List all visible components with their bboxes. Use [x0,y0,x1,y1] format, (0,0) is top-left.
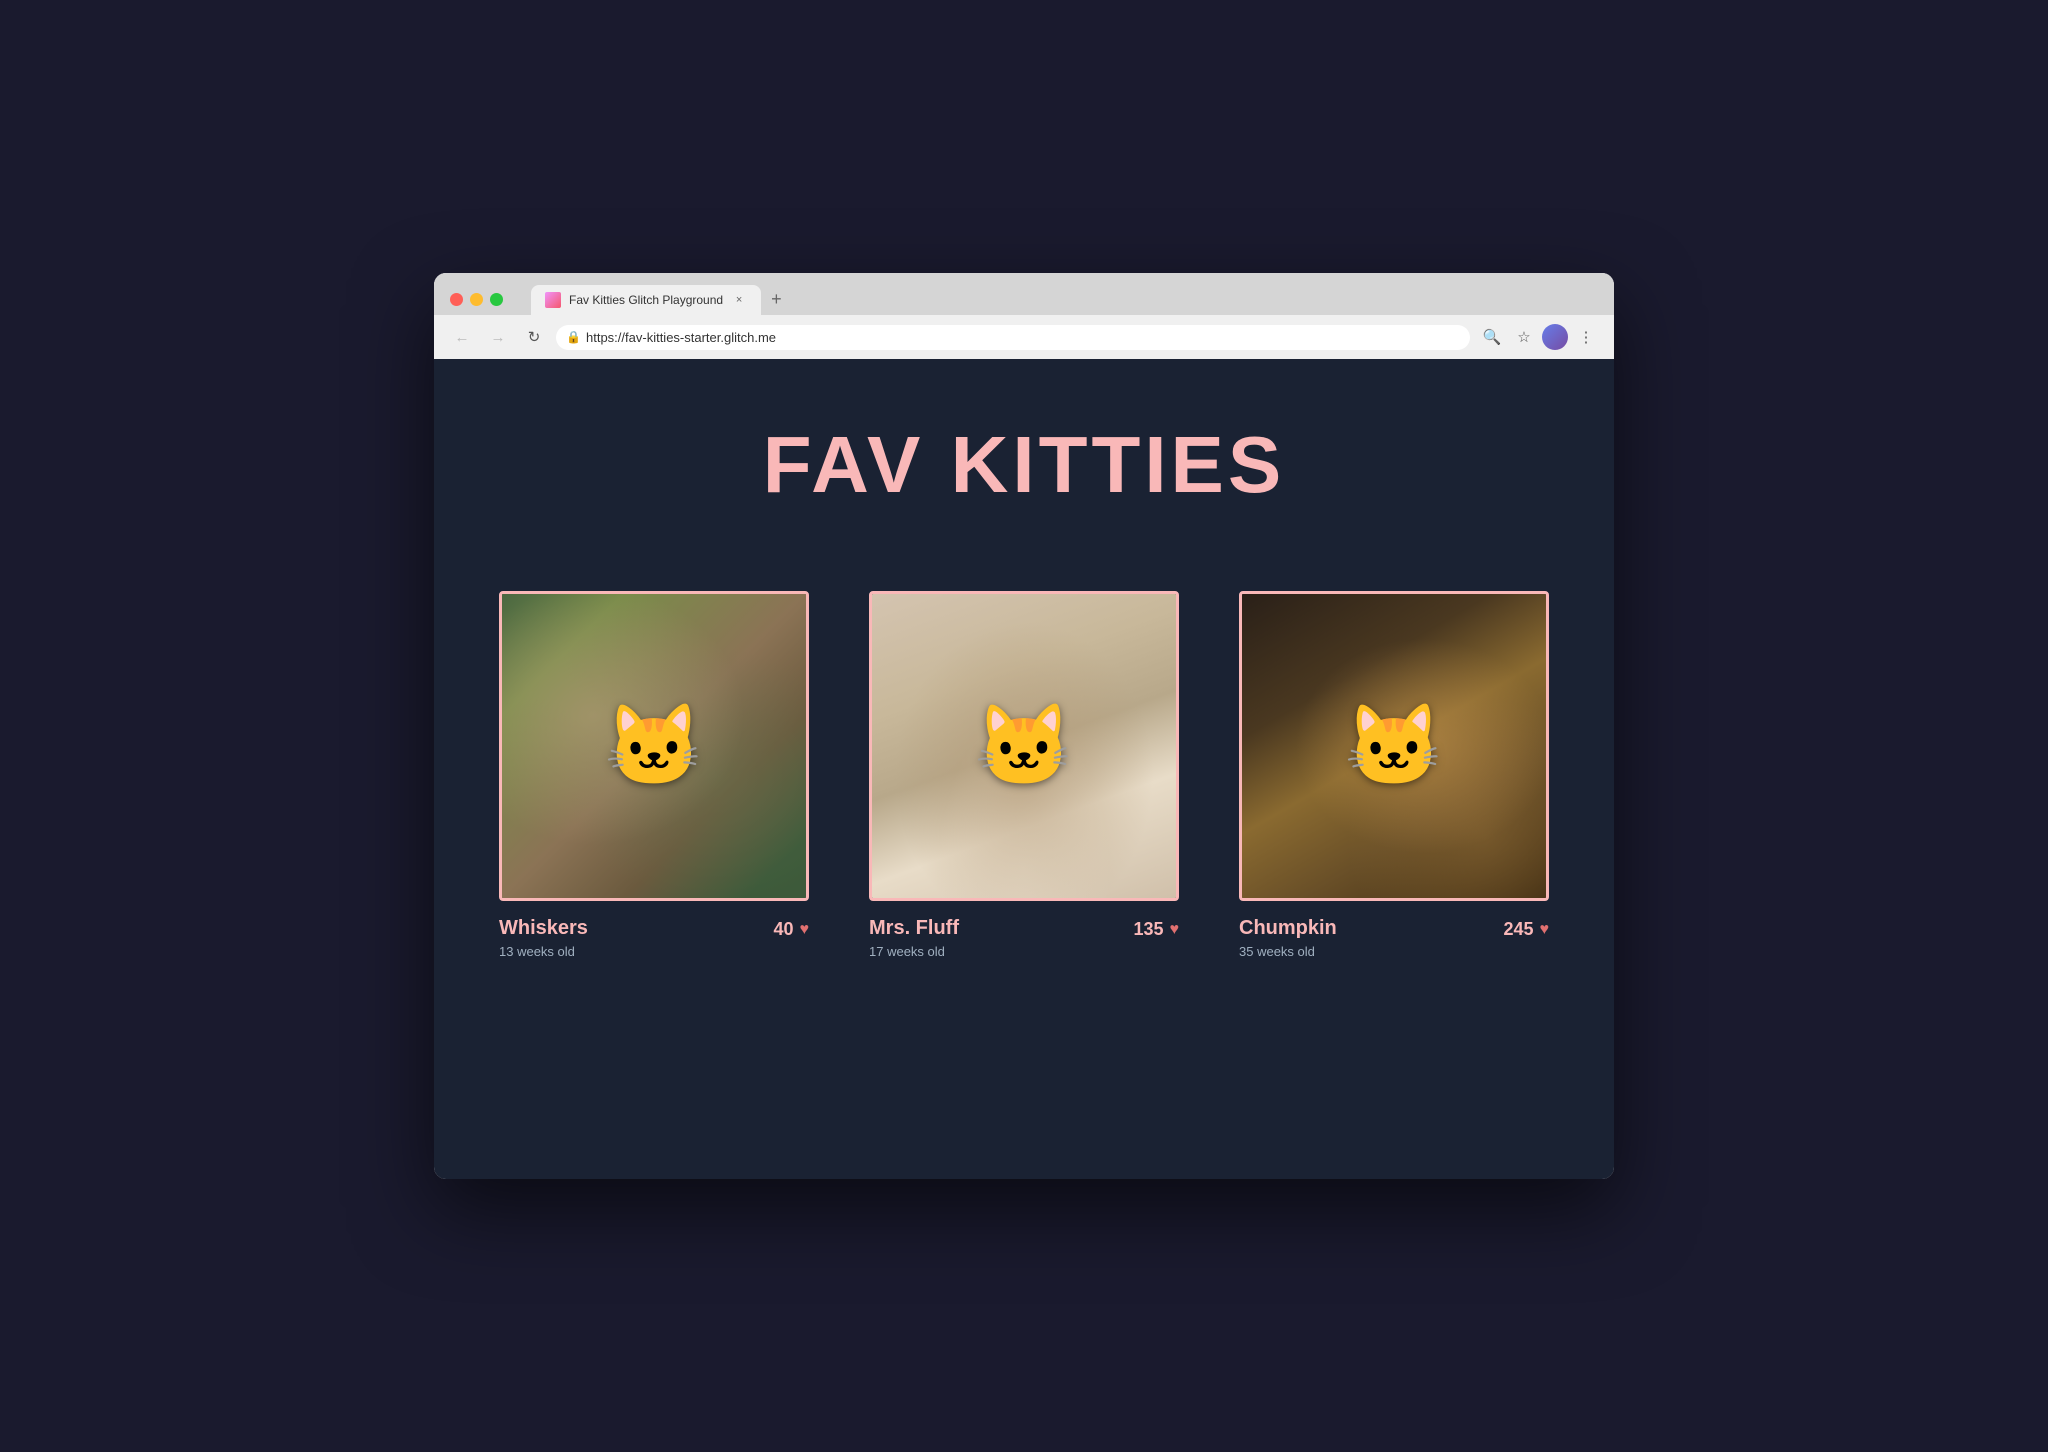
cat-age-chumpkin: 35 weeks old [1239,944,1337,959]
hearts-count-whiskers: 40 [773,919,793,940]
cat-hearts-chumpkin[interactable]: 245 ♥ [1503,917,1549,940]
cat-info-mrs-fluff: Mrs. Fluff 17 weeks old 135 ♥ [869,917,1179,959]
cat-card-whiskers: 🐱 Whiskers 13 weeks old 40 ♥ [499,591,809,959]
hearts-count-chumpkin: 245 [1503,919,1533,940]
search-icon: 🔍 [1483,328,1502,346]
cat-image-mrs-fluff[interactable]: 🐱 [869,591,1179,901]
new-tab-button[interactable]: + [761,283,792,315]
page-content: FAV KITTIES 🐱 Whiskers 13 weeks old 40 [434,359,1614,1179]
maximize-window-button[interactable] [490,293,503,306]
cat-info-whiskers: Whiskers 13 weeks old 40 ♥ [499,917,809,959]
cat-card-chumpkin: 🐱 Chumpkin 35 weeks old 245 ♥ [1239,591,1549,959]
heart-icon-mrs-fluff: ♥ [1170,921,1180,939]
close-window-button[interactable] [450,293,463,306]
back-button[interactable]: ← [448,323,476,351]
hearts-count-mrs-fluff: 135 [1133,919,1163,940]
minimize-window-button[interactable] [470,293,483,306]
menu-button[interactable]: ⋮ [1572,323,1600,351]
tab-title: Fav Kitties Glitch Playground [569,293,723,307]
forward-button[interactable]: → [484,323,512,351]
cat-name-whiskers: Whiskers [499,917,588,940]
cats-grid: 🐱 Whiskers 13 weeks old 40 ♥ [474,591,1574,959]
address-bar-wrapper: 🔒 [556,325,1470,350]
cat-age-mrs-fluff: 17 weeks old [869,944,959,959]
cat-emoji-mrs-fluff: 🐱 [974,699,1074,793]
browser-chrome: Fav Kitties Glitch Playground × + ← → ↻ … [434,273,1614,359]
active-tab[interactable]: Fav Kitties Glitch Playground × [531,285,761,315]
back-icon: ← [455,329,470,346]
cat-hearts-whiskers[interactable]: 40 ♥ [773,917,809,940]
toolbar-icons: 🔍 ☆ ⋮ [1478,323,1600,351]
heart-icon-whiskers: ♥ [800,921,810,939]
tabs-bar: Fav Kitties Glitch Playground × + [531,283,1598,315]
cat-photo-mrs-fluff: 🐱 [872,594,1176,898]
bookmark-button[interactable]: ☆ [1510,323,1538,351]
tab-close-button[interactable]: × [731,292,747,308]
cat-info-chumpkin: Chumpkin 35 weeks old 245 ♥ [1239,917,1549,959]
cat-image-chumpkin[interactable]: 🐱 [1239,591,1549,901]
cat-hearts-mrs-fluff[interactable]: 135 ♥ [1133,917,1179,940]
cat-photo-whiskers: 🐱 [502,594,806,898]
search-button[interactable]: 🔍 [1478,323,1506,351]
page-title: FAV KITTIES [763,419,1286,511]
star-icon: ☆ [1517,328,1530,346]
cat-age-whiskers: 13 weeks old [499,944,588,959]
tab-favicon [545,292,561,308]
browser-toolbar: ← → ↻ 🔒 🔍 ☆ ⋮ [434,315,1614,359]
cat-card-mrs-fluff: 🐱 Mrs. Fluff 17 weeks old 135 ♥ [869,591,1179,959]
cat-text-whiskers: Whiskers 13 weeks old [499,917,588,959]
cat-name-mrs-fluff: Mrs. Fluff [869,917,959,940]
reload-icon: ↻ [528,328,541,346]
cat-text-chumpkin: Chumpkin 35 weeks old [1239,917,1337,959]
browser-titlebar: Fav Kitties Glitch Playground × + [434,273,1614,315]
forward-icon: → [491,329,506,346]
cat-text-mrs-fluff: Mrs. Fluff 17 weeks old [869,917,959,959]
cat-name-chumpkin: Chumpkin [1239,917,1337,940]
cat-image-whiskers[interactable]: 🐱 [499,591,809,901]
cat-emoji-chumpkin: 🐱 [1344,699,1444,793]
address-input[interactable] [556,325,1470,350]
traffic-lights [450,293,503,306]
cat-emoji-whiskers: 🐱 [604,699,704,793]
menu-icon: ⋮ [1579,328,1594,346]
profile-avatar[interactable] [1542,324,1568,350]
reload-button[interactable]: ↻ [520,323,548,351]
cat-photo-chumpkin: 🐱 [1242,594,1546,898]
heart-icon-chumpkin: ♥ [1540,921,1550,939]
lock-icon: 🔒 [566,330,581,344]
browser-window: Fav Kitties Glitch Playground × + ← → ↻ … [434,273,1614,1179]
